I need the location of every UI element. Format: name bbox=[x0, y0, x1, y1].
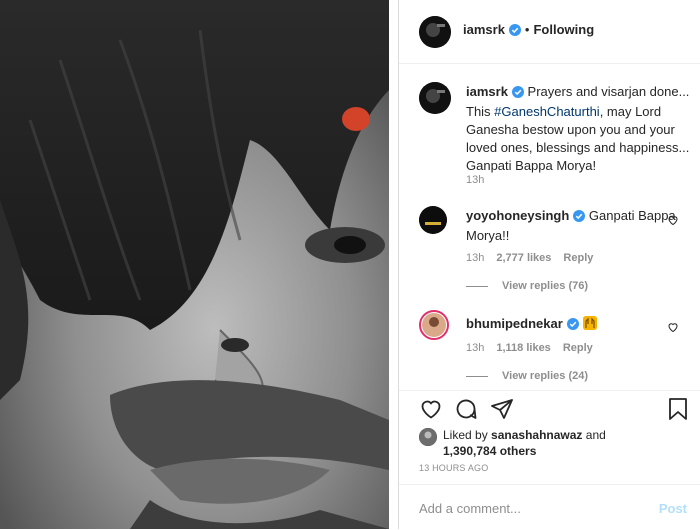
comment-avatar[interactable] bbox=[419, 310, 449, 340]
comment-avatar[interactable] bbox=[419, 206, 447, 234]
caption-username[interactable]: iamsrk bbox=[466, 84, 508, 99]
header-line: iamsrk • Following bbox=[463, 22, 594, 39]
author-username[interactable]: iamsrk bbox=[463, 22, 505, 37]
caption-time[interactable]: 13h bbox=[466, 174, 484, 186]
post-header: iamsrk • Following bbox=[399, 0, 700, 64]
post-detail-panel: iamsrk • Following iamsrk Prayers and visa… bbox=[398, 0, 700, 529]
post-photo[interactable] bbox=[0, 0, 389, 529]
separator-dot: • bbox=[524, 22, 530, 37]
post-time-ago[interactable]: 13 HOURS AGO bbox=[419, 463, 488, 473]
like-comment-heart-icon[interactable] bbox=[667, 321, 679, 336]
comment-likes[interactable]: 2,777 likes bbox=[496, 252, 551, 264]
like-comment-heart-icon[interactable] bbox=[667, 214, 679, 229]
comment-bubble-icon[interactable] bbox=[454, 397, 478, 424]
comment-meta: 13h 2,777 likes Reply bbox=[466, 252, 605, 264]
action-bar: Liked by sanashahnawaz and 1,390,784 oth… bbox=[399, 390, 700, 485]
author-avatar[interactable] bbox=[419, 16, 451, 48]
verified-icon bbox=[508, 24, 521, 39]
likes-count-others[interactable]: 1,390,784 others bbox=[443, 444, 536, 458]
comment-username[interactable]: yoyohoneysingh bbox=[466, 208, 569, 223]
liked-by-text: Liked by sanashahnawaz and 1,390,784 oth… bbox=[443, 427, 693, 459]
reply-button[interactable]: Reply bbox=[563, 252, 593, 264]
save-bookmark-icon[interactable] bbox=[667, 397, 689, 424]
view-replies-button[interactable]: View replies (24) bbox=[466, 370, 588, 382]
post-comment-button[interactable]: Post bbox=[659, 501, 687, 516]
share-paper-plane-icon[interactable] bbox=[490, 397, 514, 424]
comment-likes[interactable]: 1,118 likes bbox=[496, 342, 550, 354]
view-replies-label: View replies (76) bbox=[502, 280, 589, 292]
following-button[interactable]: Following bbox=[533, 22, 594, 37]
comment-username[interactable]: bhumipednekar bbox=[466, 316, 563, 331]
comment-meta: 13h 1,118 likes Reply bbox=[466, 342, 605, 354]
liked-by-and: and bbox=[585, 428, 606, 442]
hashtag-link[interactable]: #GaneshChaturthi bbox=[494, 104, 600, 119]
caption-avatar[interactable] bbox=[419, 82, 451, 114]
comment-text: bhumipednekar bbox=[466, 315, 691, 335]
add-comment-input[interactable]: Add a comment... bbox=[419, 501, 521, 516]
verified-icon bbox=[511, 85, 524, 103]
divider-line bbox=[466, 285, 488, 287]
reply-button[interactable]: Reply bbox=[563, 342, 593, 354]
like-heart-icon[interactable] bbox=[419, 397, 443, 424]
liked-by-user[interactable]: sanashahnawaz bbox=[491, 428, 582, 442]
gap bbox=[389, 0, 398, 529]
comments-list[interactable]: iamsrk Prayers and visarjan done... This… bbox=[399, 64, 700, 390]
comment-time[interactable]: 13h bbox=[466, 342, 484, 354]
divider-line bbox=[466, 375, 488, 377]
view-replies-label: View replies (24) bbox=[502, 370, 589, 382]
caption-text: iamsrk Prayers and visarjan done... This… bbox=[466, 83, 691, 175]
view-replies-button[interactable]: View replies (76) bbox=[466, 280, 588, 292]
add-comment-bar: Add a comment... Post bbox=[399, 484, 700, 530]
comment-time[interactable]: 13h bbox=[466, 252, 484, 264]
verified-icon bbox=[573, 209, 586, 227]
liked-by-prefix: Liked by bbox=[443, 428, 488, 442]
liker-avatar[interactable] bbox=[419, 428, 437, 446]
raising-hands-icon bbox=[582, 316, 597, 330]
comment-text: yoyohoneysingh Ganpati Bappa Morya!! bbox=[466, 207, 691, 245]
verified-icon bbox=[566, 317, 579, 335]
